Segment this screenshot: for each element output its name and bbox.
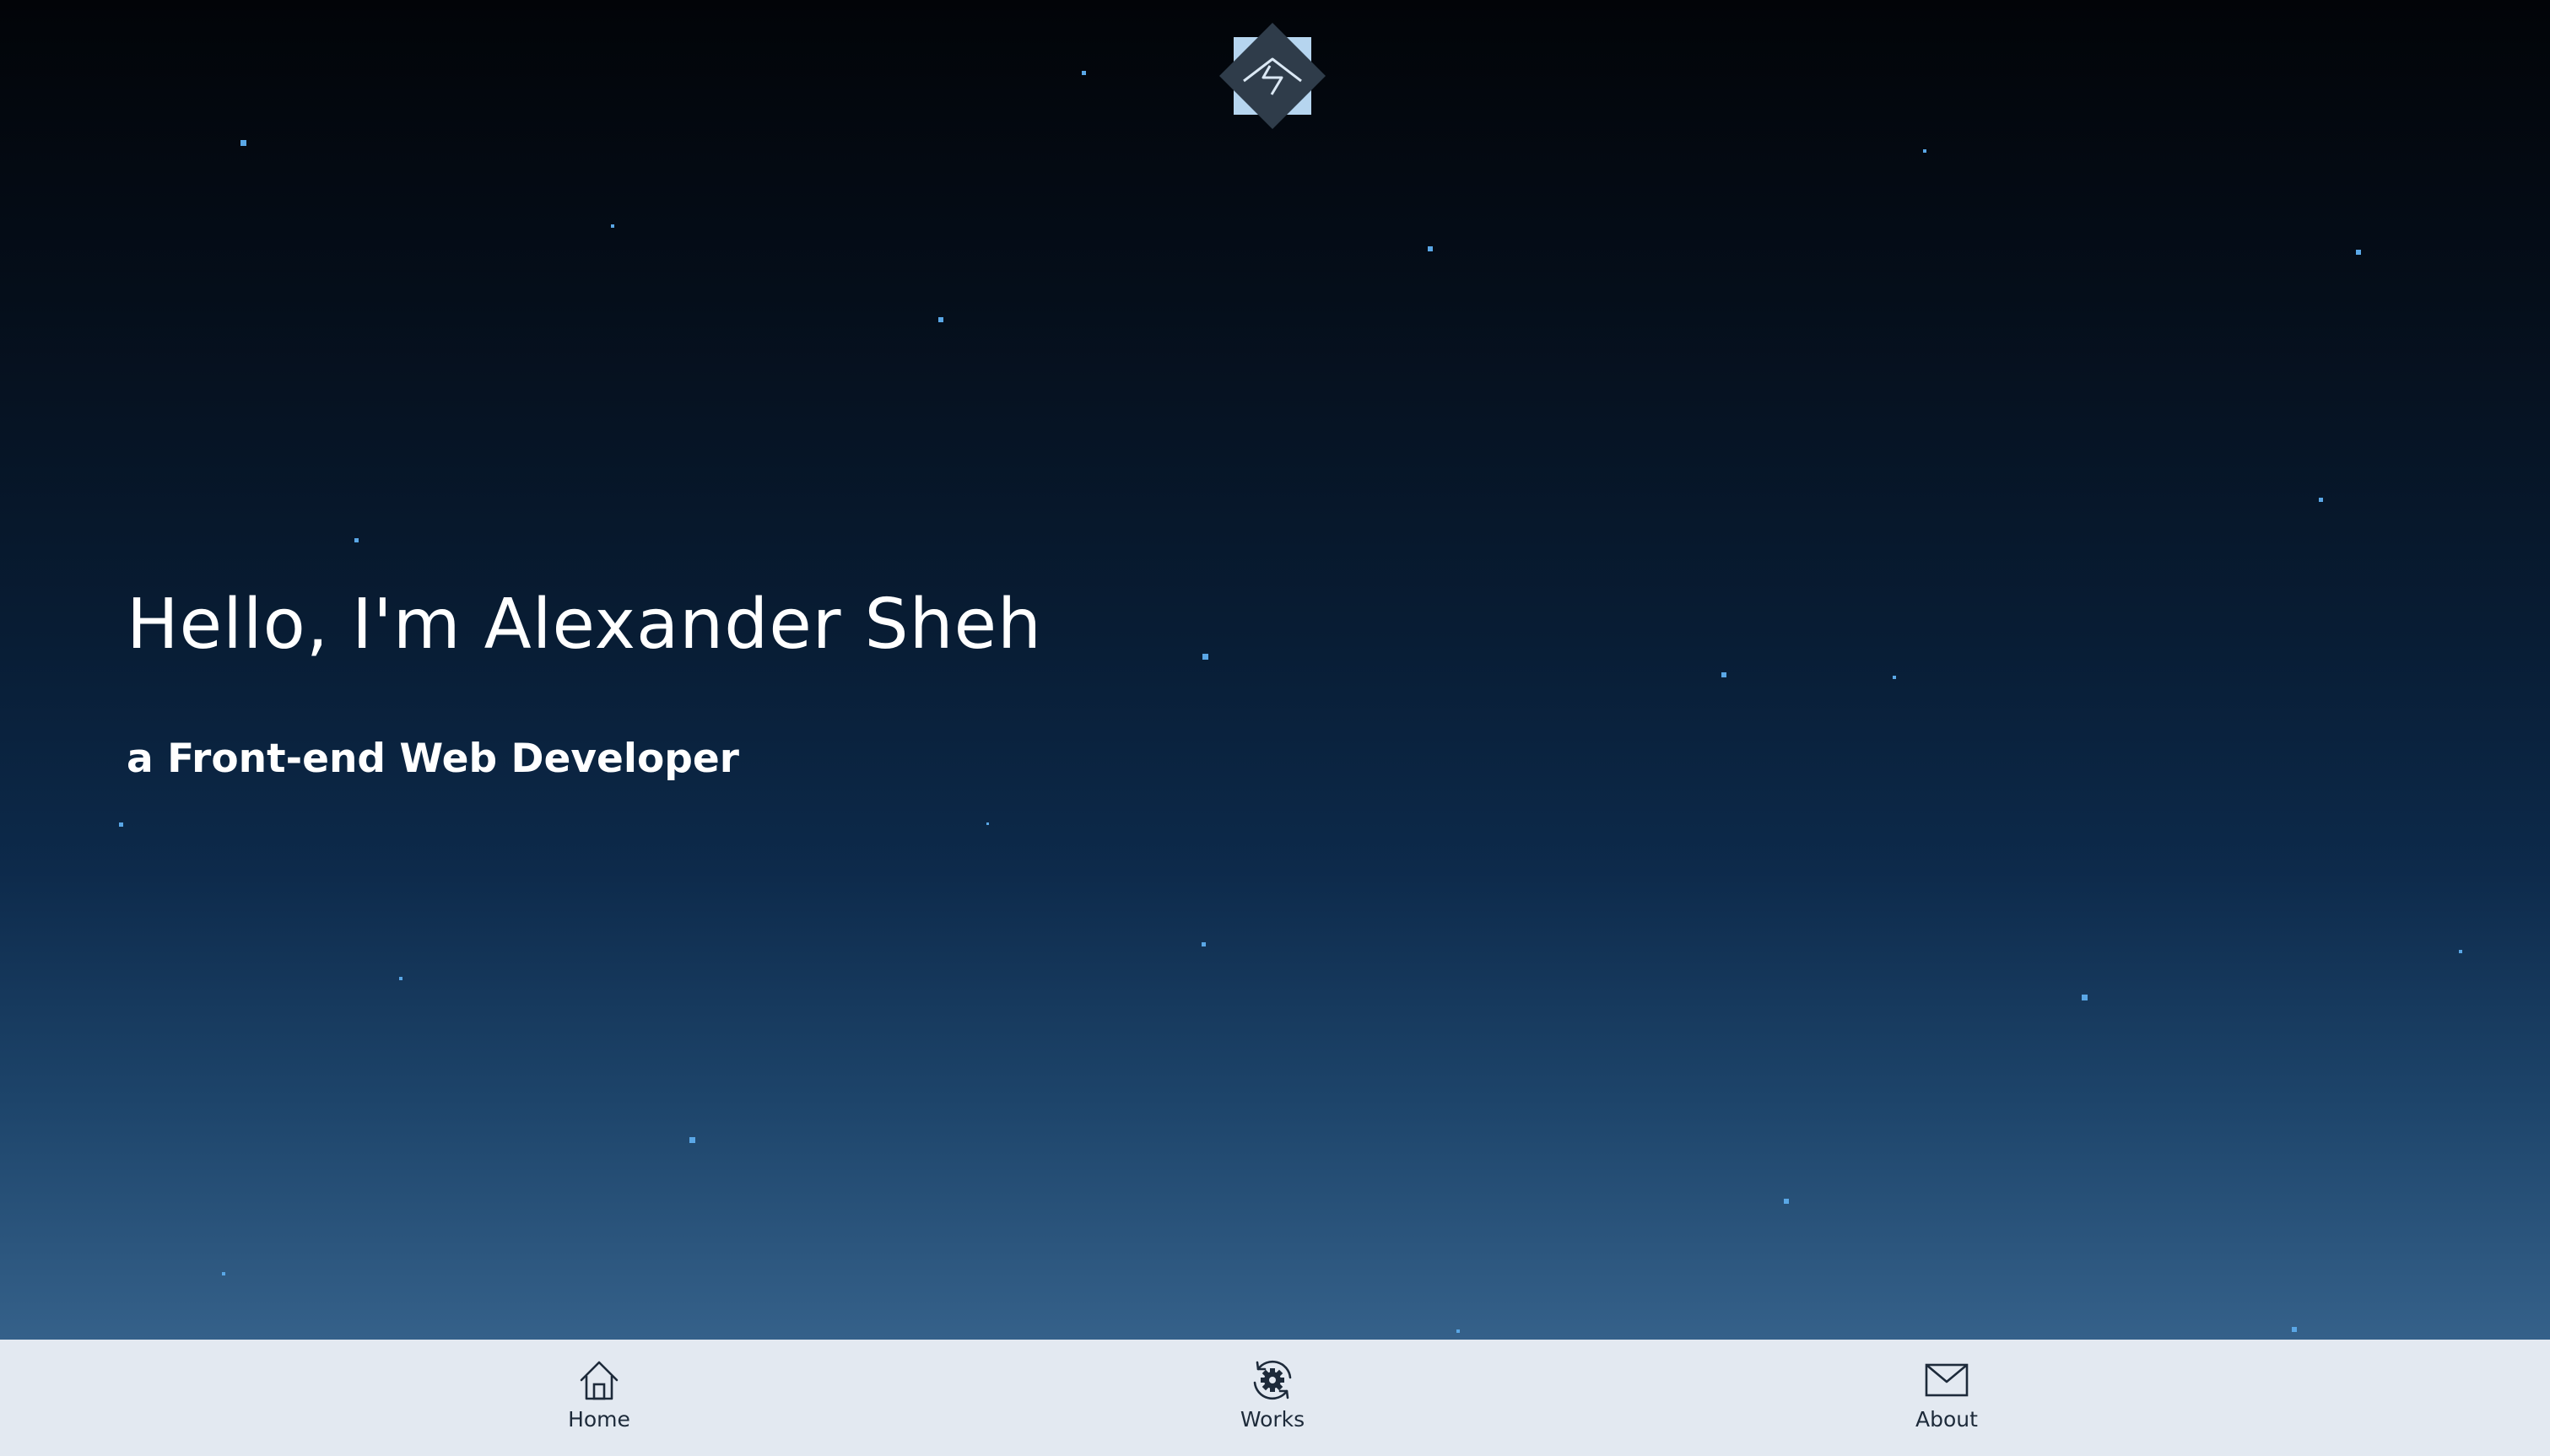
star xyxy=(1428,246,1433,251)
star xyxy=(986,822,989,825)
star xyxy=(2319,498,2323,502)
star xyxy=(1721,672,1726,677)
star xyxy=(240,140,246,146)
star xyxy=(1784,1199,1789,1204)
nav-label-works: Works xyxy=(1240,1407,1305,1432)
star xyxy=(2082,995,2088,1000)
hero-subtitle: a Front-end Web Developer xyxy=(127,736,739,782)
hero-section: Hello, I'm Alexander Sheh a Front-end We… xyxy=(0,0,2550,1340)
star xyxy=(1202,942,1206,946)
envelope-icon xyxy=(1925,1363,1969,1397)
star xyxy=(1923,149,1926,153)
star xyxy=(119,822,123,827)
star xyxy=(1456,1329,1460,1333)
star xyxy=(689,1137,695,1143)
bottom-nav: Home Works About xyxy=(0,1340,2550,1456)
star xyxy=(938,317,943,322)
nav-label-about: About xyxy=(1915,1407,1978,1432)
star xyxy=(1202,654,1208,660)
nav-item-about[interactable]: About xyxy=(1862,1356,2031,1449)
star xyxy=(399,977,402,980)
star xyxy=(2459,950,2462,953)
star xyxy=(2292,1327,2297,1332)
nav-item-home[interactable]: Home xyxy=(515,1356,683,1449)
star xyxy=(1082,71,1086,75)
nav-item-works[interactable]: Works xyxy=(1188,1356,1357,1449)
star xyxy=(2356,250,2361,255)
home-icon xyxy=(580,1361,619,1400)
star xyxy=(611,224,614,228)
star xyxy=(1893,676,1896,679)
hero-title: Hello, I'm Alexander Sheh xyxy=(127,585,1042,665)
star xyxy=(222,1272,225,1275)
star xyxy=(354,538,359,542)
gear-refresh-icon xyxy=(1253,1360,1292,1400)
site-logo-icon[interactable] xyxy=(1218,22,1326,130)
nav-label-home: Home xyxy=(568,1407,630,1432)
